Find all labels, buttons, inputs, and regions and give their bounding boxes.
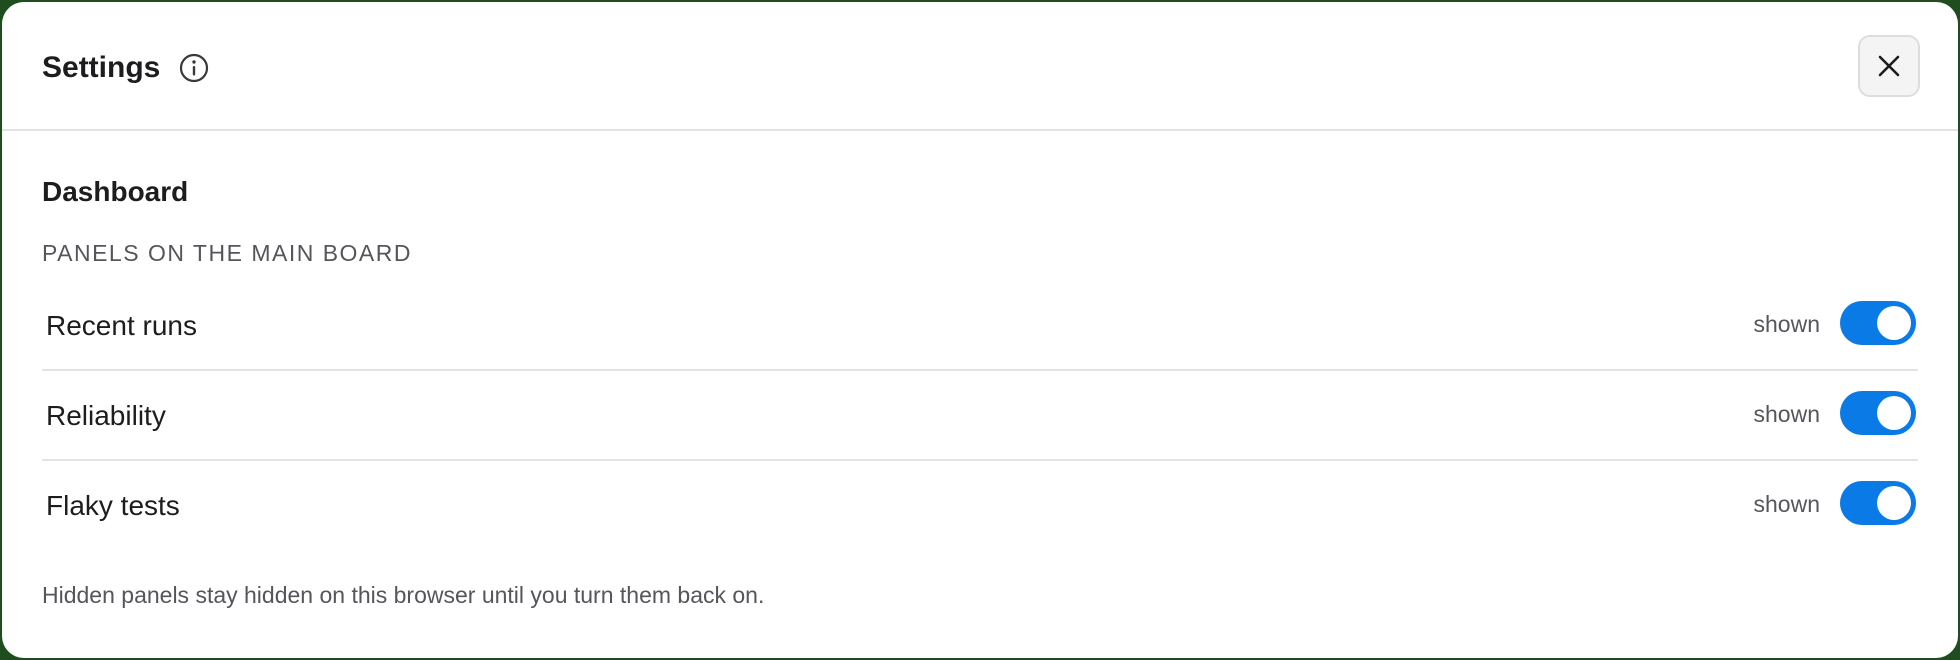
panel-state: shown <box>1753 311 1820 337</box>
section-subtitle: PANELS ON THE MAIN BOARD <box>42 240 412 266</box>
panel-state: shown <box>1753 401 1820 427</box>
panel-state: shown <box>1753 491 1820 517</box>
panel-row-flaky-tests: Flaky tests shown <box>42 461 1918 551</box>
panel-row-reliability: Reliability shown <box>42 371 1918 461</box>
toggle-knob <box>1877 486 1911 520</box>
close-button[interactable] <box>1858 35 1920 97</box>
panel-label: Flaky tests <box>46 490 180 521</box>
toggle-knob <box>1877 306 1911 340</box>
info-icon[interactable] <box>178 52 210 84</box>
settings-dialog: Settings Dashboard PANELS ON THE MAIN BO… <box>2 2 1958 658</box>
panel-list: Recent runs shown Reliability shown Flak… <box>42 281 1918 551</box>
toggle-knob <box>1877 396 1911 430</box>
section-title: Dashboard <box>42 176 189 207</box>
dialog-title: Settings <box>42 51 161 84</box>
reliability-toggle[interactable] <box>1840 391 1916 435</box>
recent-runs-toggle[interactable] <box>1840 301 1916 345</box>
close-icon <box>1878 55 1900 77</box>
footer-note: Hidden panels stay hidden on this browse… <box>42 582 765 608</box>
dialog-header: Settings <box>2 2 1958 131</box>
panel-label: Recent runs <box>46 310 197 341</box>
flaky-tests-toggle[interactable] <box>1840 481 1916 525</box>
panel-row-recent-runs: Recent runs shown <box>42 281 1918 371</box>
panel-label: Reliability <box>46 400 166 431</box>
